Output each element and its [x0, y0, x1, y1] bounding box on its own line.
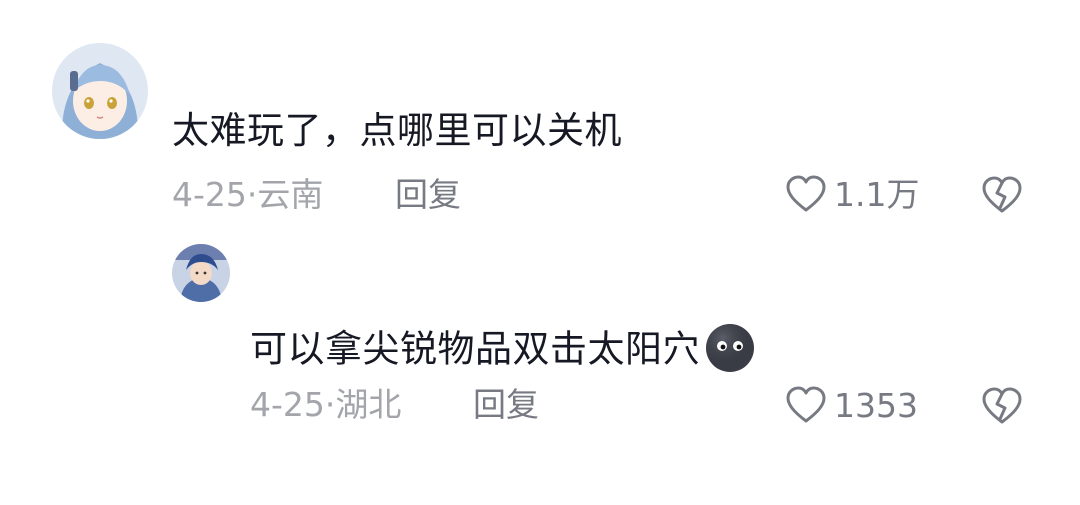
avatar-commenter-1[interactable] [52, 43, 148, 139]
reply-location: 湖北 [335, 385, 402, 424]
reply-text: 可以拿尖锐物品双击太阳穴 [250, 322, 756, 380]
comment-text: 太难玩了，点哪里可以关机 [172, 109, 622, 152]
reply-button-2[interactable]: 回复 [473, 388, 539, 421]
dislike-button-2[interactable] [980, 386, 1024, 426]
comment-location: 云南 [257, 175, 324, 214]
like-button-2[interactable]: 1353 [784, 385, 918, 425]
like-button[interactable]: 1.1万 [784, 174, 919, 214]
like-count: 1.1万 [834, 174, 920, 214]
reply-button[interactable]: 回复 [395, 178, 461, 211]
heart-outline-icon [786, 175, 826, 212]
heart-outline-icon [786, 386, 826, 423]
comment-date: 4-25· [172, 175, 258, 214]
reply-text-body: 可以拿尖锐物品双击太阳穴 [250, 327, 700, 371]
dark-moon-face-emoji-icon [704, 322, 756, 380]
comment-meta: 4-25·云南 [172, 178, 323, 211]
broken-heart-icon [982, 176, 1022, 213]
like-count-2: 1353 [834, 385, 918, 425]
dislike-button[interactable] [980, 175, 1024, 215]
reply-meta: 4-25·湖北 [250, 388, 401, 421]
avatar-commenter-2[interactable] [172, 244, 230, 302]
reply-date: 4-25· [250, 385, 336, 424]
broken-heart-icon [982, 387, 1022, 424]
